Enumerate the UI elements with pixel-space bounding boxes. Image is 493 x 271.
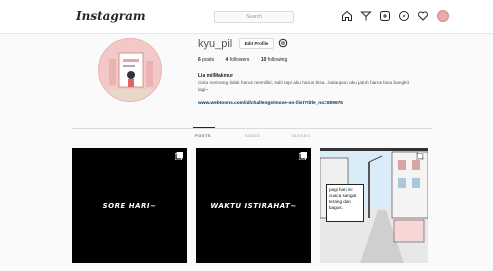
instagram-logo[interactable]: Instagram (76, 9, 146, 23)
tab-posts[interactable]: POSTS (195, 133, 211, 138)
profile-stats: 6 posts 4 followers 10 following (198, 57, 297, 63)
profile-bio: cinta memang tidak harus memiliki, sulit… (198, 81, 409, 93)
tab-tagged[interactable]: TAGGED (291, 133, 311, 138)
profile-avatar[interactable] (437, 10, 449, 22)
profile-picture[interactable] (98, 38, 162, 102)
direct-icon[interactable] (360, 10, 372, 22)
home-icon[interactable] (341, 10, 353, 22)
profile-username: kyu_pil (198, 38, 233, 50)
followers-stat[interactable]: 4 followers (226, 57, 250, 63)
post-caption: SORE HARI~ (102, 202, 157, 210)
search-input[interactable]: Search (214, 11, 294, 23)
posts-stat: 6 posts (198, 57, 215, 63)
settings-gear-icon[interactable] (278, 38, 288, 48)
profile-full-name: Lia milMakmur (198, 73, 234, 79)
following-stat[interactable]: 10 following (261, 57, 287, 63)
edit-profile-button[interactable]: Edit Profile (239, 38, 274, 49)
profile-website-link[interactable]: www.webtoons.com/id/challenge/move-on-/l… (198, 101, 343, 106)
top-navigation-bar: Instagram Search (0, 0, 493, 34)
explore-icon[interactable] (398, 10, 410, 22)
post-thumbnail[interactable]: WAKTU ISTIRAHAT~ (196, 148, 311, 263)
active-tab-indicator (193, 127, 215, 128)
tab-saved[interactable]: SAVED (245, 133, 261, 138)
multiple-images-icon (299, 152, 307, 160)
post-thumbnail[interactable]: SORE HARI~ (72, 148, 187, 263)
activity-heart-icon[interactable] (417, 10, 429, 22)
post-thumbnail[interactable]: pagi hari ini cuaca sangat terang dan ba… (320, 148, 428, 263)
multiple-images-icon (416, 152, 424, 160)
profile-picture-illustration (99, 39, 161, 101)
new-post-icon[interactable] (379, 10, 391, 22)
multiple-images-icon (175, 152, 183, 160)
post-caption: WAKTU ISTIRAHAT~ (210, 202, 297, 210)
speech-bubble: pagi hari ini cuaca sangat terang dan ba… (326, 184, 364, 222)
tabs-divider (72, 128, 432, 129)
